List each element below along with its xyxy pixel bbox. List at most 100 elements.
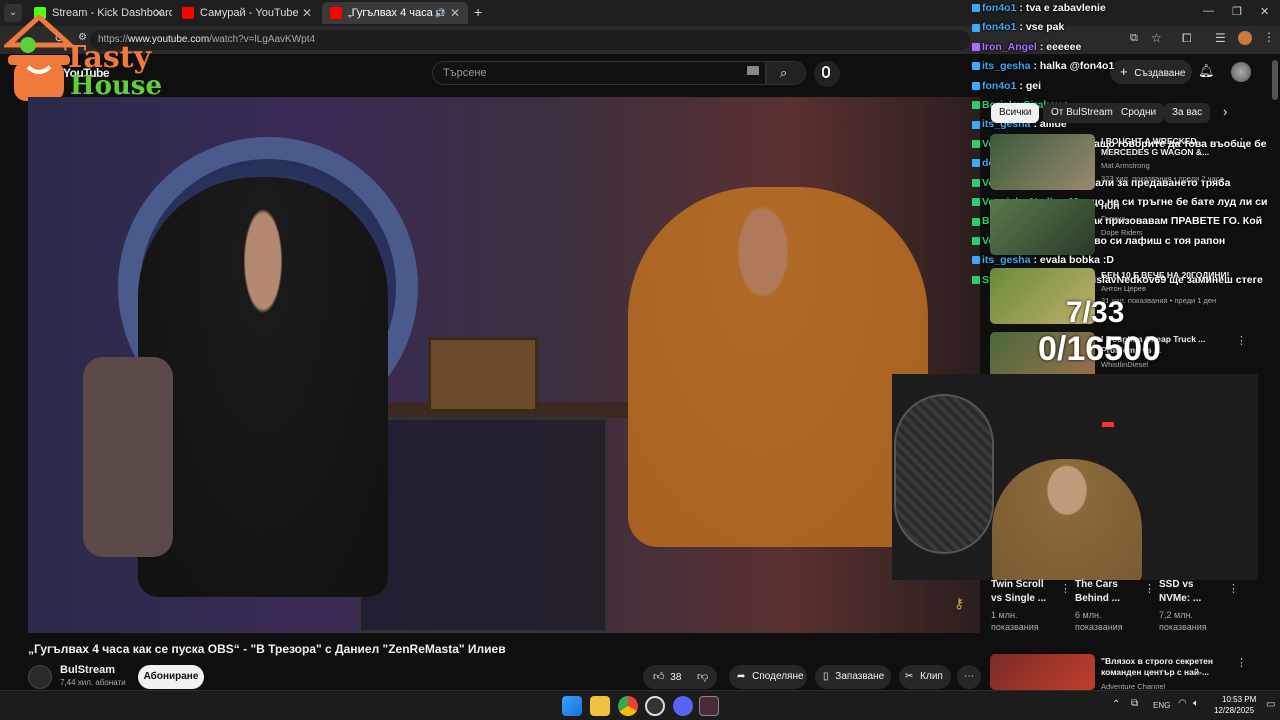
save-button[interactable]: ▯ Запазване <box>815 665 891 689</box>
short-item[interactable]: Twin Scroll vs Single ... 1 млн. показва… <box>991 578 1071 633</box>
chat-username: its_gesha <box>982 60 1031 73</box>
network-icon[interactable]: ⧉ <box>1131 698 1138 709</box>
more-vert-icon[interactable]: ⋮ <box>1236 334 1247 347</box>
keyboard-icon[interactable] <box>747 66 759 75</box>
volume-icon[interactable]: 🔈︎ <box>1193 698 1199 709</box>
wifi-icon[interactable]: ◠ <box>1178 698 1187 709</box>
chair-left <box>83 357 173 557</box>
video-title-main: „Гугълвах 4 часа как се пуска OBS“ - "В … <box>28 642 506 656</box>
chip-from-channel[interactable]: От BulStream <box>1043 103 1121 123</box>
chat-message: its_gesha: halka @fon4o1 <box>972 60 1114 76</box>
tab-current-video[interactable]: „Гугълвах 4 часа как се пу 🔊 ✕ <box>322 2 468 24</box>
short-item[interactable]: SSD vs NVMe: ... 7,2 млн. показвания <box>1159 578 1239 633</box>
chat-text: : tva e zabavlenie <box>1019 2 1106 14</box>
platform-badge-icon <box>972 62 980 71</box>
scrollbar-thumb[interactable] <box>1272 60 1278 100</box>
close-icon[interactable]: ✕ <box>450 6 460 20</box>
more-vert-icon[interactable]: ⋮ <box>1236 656 1247 669</box>
channel-avatar[interactable] <box>28 665 52 689</box>
chat-message: fon4o1: tva e zabavlenie <box>972 2 1106 18</box>
short-views: 6 млн. показвания <box>1075 610 1123 632</box>
video-title: I BOUGHT A WRECKED MERCEDES G WAGON &... <box>1101 136 1210 157</box>
thumbs-down-icon: 👎︎ <box>697 671 709 683</box>
search-input[interactable]: Търсене <box>432 61 766 85</box>
speaker-icon[interactable]: 🔊 <box>435 8 446 19</box>
video-player[interactable]: ⚷ <box>28 97 980 633</box>
host-left <box>138 177 388 597</box>
chevron-right-icon[interactable]: › <box>1223 104 1227 119</box>
short-item[interactable]: The Cars Behind ... 6 млн. показвания <box>1075 578 1155 633</box>
channel-name: Антон Церев <box>1101 284 1146 293</box>
tab-samurai-youtube[interactable]: Самурай - YouTube ✕ <box>174 2 320 24</box>
streamer <box>992 459 1142 580</box>
video-meta: 323 хил. показвания • преди 2 часа <box>1101 174 1224 183</box>
chip-for-you[interactable]: За вас <box>1164 103 1211 123</box>
voice-search-button[interactable] <box>814 61 840 87</box>
platform-badge-icon <box>972 159 980 168</box>
recommendation-item[interactable]: "Влязох в строго секретен команден центъ… <box>990 654 1275 691</box>
platform-badge-icon <box>972 178 980 187</box>
discord-icon[interactable] <box>673 696 693 716</box>
short-views: 1 млн. показвания <box>991 610 1039 632</box>
chat-username: fon4o1 <box>982 79 1017 92</box>
subscribe-button[interactable]: Абониране <box>138 665 204 689</box>
share-button[interactable]: ➦ Споделяне <box>729 665 807 689</box>
url-field[interactable]: https://www.youtube.com/watch?v=lLgAavKW… <box>90 30 970 50</box>
goal-count: 7/33 <box>1066 296 1125 329</box>
search-icon: ⌕ <box>780 65 788 80</box>
close-icon[interactable]: ✕ <box>302 6 312 20</box>
obs-icon[interactable] <box>645 696 665 716</box>
windows-taskbar: ⌃ ⧉ ENG ◠ 🔈︎ 10:53 PM 12/28/2025 ▭ <box>0 690 1280 720</box>
save-label: Запазване <box>835 671 885 682</box>
platform-badge-icon <box>972 101 980 110</box>
like-button[interactable]: 👍︎ 38 <box>653 665 681 690</box>
platform-badge-icon <box>972 237 980 246</box>
shelf <box>358 417 608 633</box>
chip-all[interactable]: Всички <box>991 103 1040 123</box>
tab-label: „Гугълвах 4 часа как се пу <box>348 7 444 19</box>
chat-text: : evala bobka :D <box>1033 254 1114 267</box>
windows-start-icon[interactable] <box>562 696 582 716</box>
clock-time[interactable]: 10:53 PM <box>1222 695 1256 704</box>
like-dislike-group: 👍︎ 38 👎︎ <box>643 665 717 689</box>
short-title: SSD vs NVMe: ... <box>1159 579 1202 604</box>
more-vert-icon[interactable]: ⋮ <box>1060 582 1071 595</box>
youtube-icon <box>330 7 342 19</box>
scrollbar[interactable] <box>1272 60 1278 688</box>
more-vert-icon[interactable]: ⋮ <box>1144 582 1155 595</box>
tray-chevron-icon[interactable]: ⌃ <box>1112 699 1120 710</box>
notification-icon[interactable]: ▭ <box>1266 699 1275 710</box>
video-title: "Влязох в строго секретен команден центъ… <box>1101 656 1213 677</box>
video-thumbnail <box>990 199 1095 255</box>
subscriber-count: 7,44 хил. абонати <box>60 678 126 687</box>
recommendation-item[interactable]: I BOUGHT A WRECKED MERCEDES G WAGON &...… <box>990 134 1275 190</box>
clip-button[interactable]: ✂ Клип <box>899 665 951 689</box>
chat-text: : eeeeee <box>1039 40 1082 53</box>
chrome-icon[interactable] <box>618 696 638 716</box>
language-indicator[interactable]: ENG <box>1153 701 1170 710</box>
file-explorer-icon[interactable] <box>590 696 610 716</box>
dislike-button[interactable]: 👎︎ <box>697 665 708 690</box>
terminal-icon[interactable] <box>699 696 719 716</box>
video-title: БЕН 10 Е ВЕЧЕ НА 20ГОДИНИ! <box>1101 270 1230 280</box>
recommendation-item[interactable]: HUH Dope Riders Голина <box>990 199 1275 255</box>
platform-badge-icon <box>972 120 980 129</box>
short-title: The Cars Behind ... <box>1075 579 1120 604</box>
short-title: Twin Scroll vs Single ... <box>991 579 1047 604</box>
thumbs-up-icon: 👍︎ <box>653 671 665 683</box>
webcam-overlay <box>892 374 1258 580</box>
more-vert-icon[interactable]: ⋮ <box>1236 136 1247 149</box>
more-actions-button[interactable]: ⋯ <box>957 665 981 689</box>
more-vert-icon[interactable]: ⋮ <box>1228 582 1239 595</box>
platform-badge-icon <box>972 275 980 284</box>
recommendation-item[interactable]: БЕН 10 Е ВЕЧЕ НА 20ГОДИНИ! Антон Церев 3… <box>990 268 1275 324</box>
mic-icon <box>822 66 830 78</box>
chat-message: fon4o1: gei <box>972 80 1041 96</box>
search-button[interactable]: ⌕ <box>766 61 806 85</box>
platform-badge-icon <box>972 256 980 265</box>
goal-followers: 0/16500 <box>1038 330 1161 368</box>
new-tab-button[interactable]: + <box>474 4 482 20</box>
channel-name[interactable]: BulStream <box>60 664 115 676</box>
clock-date[interactable]: 12/28/2025 <box>1214 706 1254 715</box>
chip-related[interactable]: Сродни <box>1113 103 1165 123</box>
